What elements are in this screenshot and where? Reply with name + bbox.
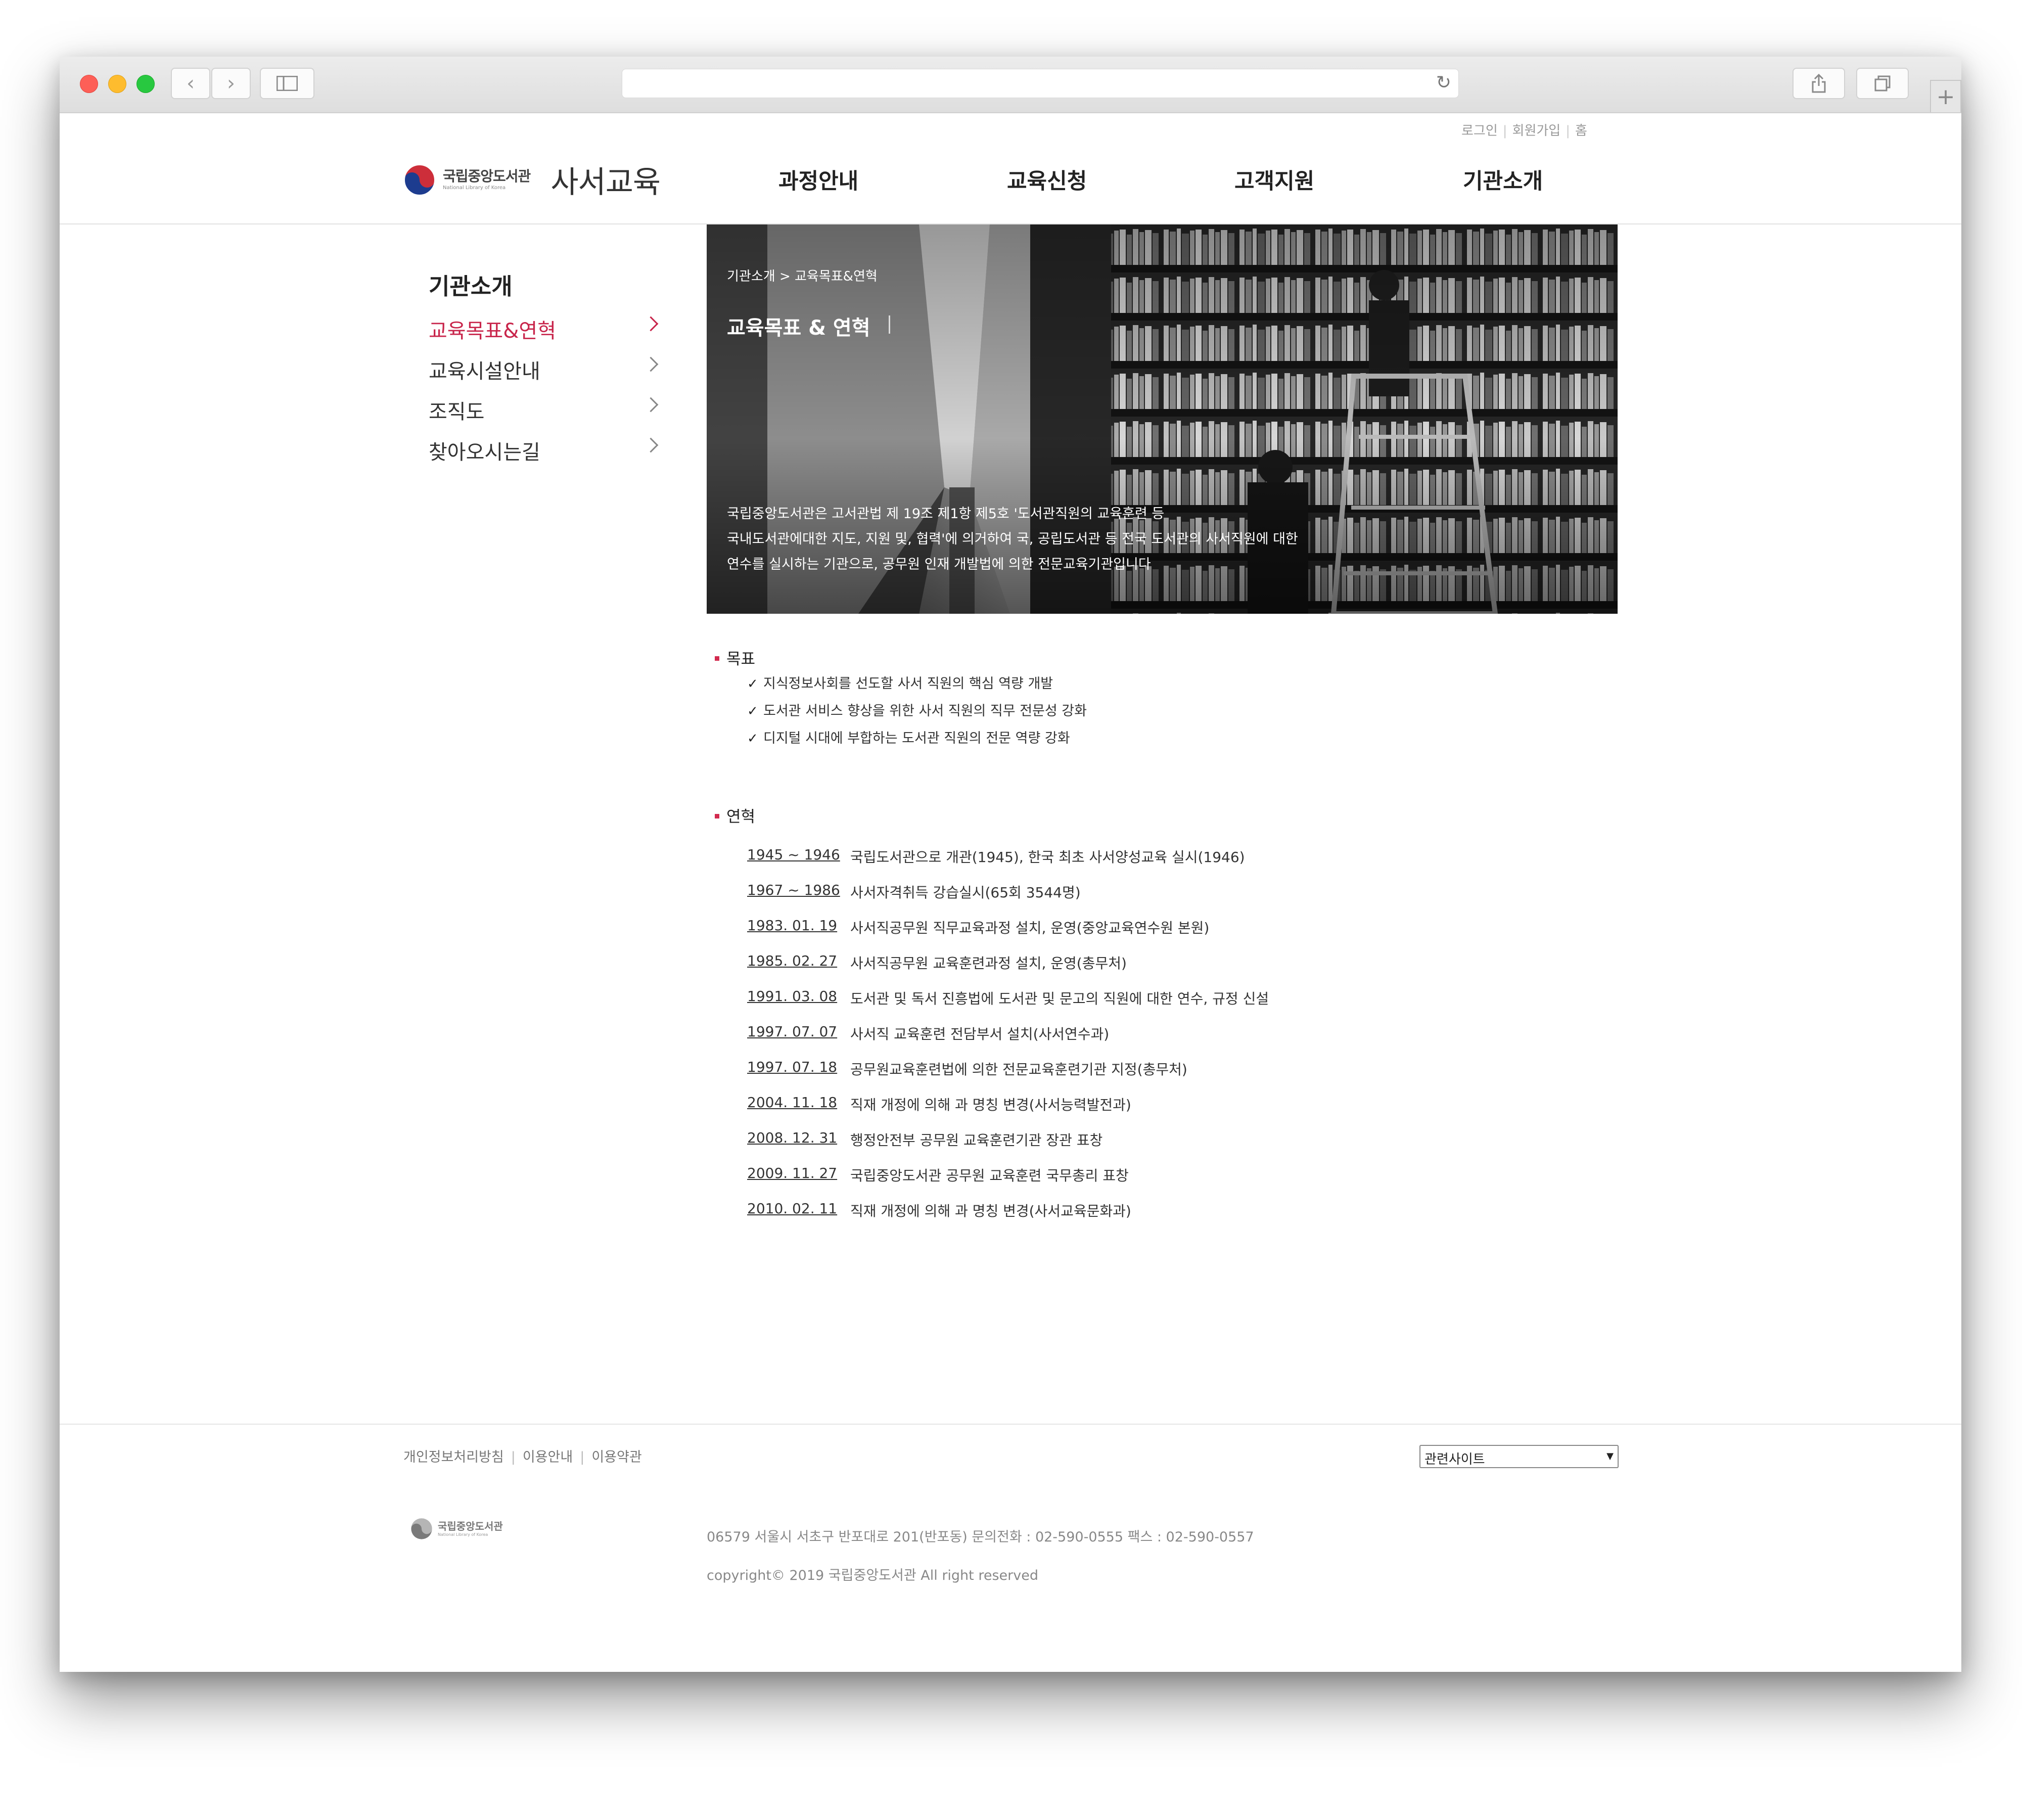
dropdown-arrow-icon: ▼ — [1606, 1451, 1614, 1462]
footer-address: 06579 서울시 서초구 반포대로 201(반포동) 문의전화 : 02-59… — [707, 1529, 1254, 1545]
logo-name-kr: 국립중앙도서관 — [443, 167, 531, 185]
sidebar-item-facilities[interactable]: 교육시설안내 — [429, 355, 659, 385]
hero-description-line: 국내도서관에대한 지도, 지원 및, 협력'에 의거하여 국, 공립도서관 등 … — [727, 531, 1298, 547]
sidebar-item-directions[interactable]: 찾아오시는길 — [429, 436, 659, 466]
history-text: 사서직공무원 직무교육과정 설치, 운영(중앙교육연수원 본원) — [850, 920, 1210, 936]
privacy-policy-link[interactable]: 개인정보처리방침 — [403, 1449, 504, 1465]
usage-guide-link[interactable]: 이용안내 — [523, 1449, 573, 1465]
address-bar[interactable]: ↻ — [622, 69, 1459, 98]
logo-name-en: National Library of Korea — [443, 185, 506, 191]
site-logo[interactable]: 국립중앙도서관 National Library of Korea 사서교육 — [403, 158, 661, 202]
reload-icon[interactable]: ↻ — [1436, 72, 1451, 93]
new-tab-button[interactable]: + — [1930, 80, 1961, 112]
hero-description-line: 연수를 실시하는 기관으로, 공무원 인재 개발법에 의한 전문교육기관입니다 — [727, 557, 1151, 572]
maximize-window-button[interactable] — [136, 75, 155, 93]
history-text: 도서관 및 독서 진흥법에 도서관 및 문고의 직원에 대한 연수, 규정 신설 — [850, 990, 1269, 1007]
minimize-window-button[interactable] — [108, 75, 126, 93]
sidebar-item-label: 조직도 — [429, 400, 485, 424]
goal-item: ✓ 지식정보사회를 선도할 사서 직원의 핵심 역량 개발 — [747, 676, 1053, 692]
sidebar-item-organization[interactable]: 조직도 — [429, 395, 659, 426]
share-icon — [1812, 74, 1826, 93]
check-icon: ✓ — [747, 676, 758, 692]
history-date: 1985. 02. 27 — [747, 952, 838, 969]
bullet-icon — [715, 656, 719, 661]
check-icon: ✓ — [747, 731, 758, 746]
sidebar-icon — [277, 76, 298, 91]
taegeuk-logo-icon — [404, 164, 435, 196]
history-text: 직재 개정에 의해 과 명칭 변경(사서능력발전과) — [850, 1097, 1131, 1113]
tabs-icon — [1874, 75, 1891, 92]
check-icon: ✓ — [747, 704, 758, 719]
sidebar-toggle-button[interactable] — [260, 68, 314, 99]
history-date: 1991. 03. 08 — [747, 988, 838, 1005]
nav-support[interactable]: 고객지원 — [1234, 164, 1314, 195]
sidebar-item-label: 교육시설안내 — [429, 360, 540, 383]
utility-links: 로그인 | 회원가입 | 홈 — [1461, 123, 1587, 139]
footer-links: 개인정보처리방침 | 이용안내 | 이용약관 — [403, 1449, 642, 1465]
history-date: 2004. 11. 18 — [747, 1094, 838, 1111]
footer-divider — [60, 1424, 1961, 1425]
chevron-left-icon: ‹ — [187, 72, 195, 95]
chevron-right-icon — [643, 356, 659, 372]
history-text: 사서직공무원 교육훈련과정 설치, 운영(총무처) — [850, 955, 1127, 972]
hero-description: 국립중앙도서관은 고서관법 제 19조 제1항 제5호 '도서관직원의 교육훈련… — [727, 502, 1298, 577]
history-date: 1983. 01. 19 — [747, 917, 838, 934]
history-text: 국립중앙도서관 공무원 교육훈련 국무총리 표창 — [850, 1167, 1129, 1184]
forward-button[interactable]: › — [211, 68, 251, 99]
hero-description-line: 국립중앙도서관은 고서관법 제 19조 제1항 제5호 '도서관직원의 교육훈련… — [727, 506, 1165, 522]
history-text: 직재 개정에 의해 과 명칭 변경(사서교육문화과) — [850, 1203, 1131, 1219]
page-title: 교육목표 & 연혁 — [727, 316, 870, 340]
history-text: 사서자격취득 강습실시(65회 3544명) — [850, 884, 1081, 901]
home-link[interactable]: 홈 — [1575, 123, 1587, 139]
footer-logo: 국립중앙도서관 National Library of Korea — [410, 1518, 503, 1540]
nav-course-info[interactable]: 과정안내 — [778, 164, 858, 195]
terms-link[interactable]: 이용약관 — [591, 1449, 641, 1465]
taegeuk-logo-icon — [411, 1518, 432, 1539]
chevron-right-icon: › — [227, 72, 235, 95]
login-link[interactable]: 로그인 — [1461, 123, 1498, 139]
goal-item: ✓ 디지털 시대에 부합하는 도서관 직원의 전문 역량 강화 — [747, 731, 1070, 746]
browser-toolbar: ‹ › ↻ + — [60, 57, 1961, 113]
title-divider — [889, 315, 890, 334]
bullet-icon — [715, 814, 719, 818]
nav-about[interactable]: 기관소개 — [1463, 164, 1543, 195]
sidebar-item-label: 교육목표&연혁 — [429, 320, 556, 343]
sidebar-item-label: 찾아오시는길 — [429, 441, 540, 464]
tabs-overview-button[interactable] — [1856, 68, 1909, 99]
goals-heading: 목표 — [715, 646, 755, 669]
sidebar-item-goals-history[interactable]: 교육목표&연혁 — [429, 314, 659, 345]
breadcrumb: 기관소개 > 교육목표&연혁 — [727, 269, 878, 284]
plus-icon: + — [1936, 83, 1955, 110]
history-date: 2010. 02. 11 — [747, 1200, 838, 1217]
close-window-button[interactable] — [80, 75, 98, 93]
history-date: 1997. 07. 18 — [747, 1059, 838, 1075]
sidebar-title: 기관소개 — [429, 273, 513, 300]
footer-logo-name-kr: 국립중앙도서관 — [438, 1520, 503, 1532]
history-heading: 연혁 — [715, 804, 755, 827]
share-button[interactable] — [1793, 68, 1845, 99]
history-text: 사서직 교육훈련 전담부서 설치(사서연수과) — [850, 1026, 1110, 1042]
history-text: 국립도서관으로 개관(1945), 한국 최초 사서양성교육 실시(1946) — [850, 849, 1245, 866]
chevron-right-icon — [643, 397, 659, 413]
related-sites-select[interactable]: 관련사이트 ▼ — [1419, 1445, 1619, 1468]
history-date: 1997. 07. 07 — [747, 1023, 838, 1040]
goal-item: ✓ 도서관 서비스 향상을 위한 사서 직원의 직무 전문성 강화 — [747, 703, 1087, 719]
site-title: 사서교육 — [550, 165, 661, 200]
history-text: 공무원교육훈련법에 의한 전문교육훈련기관 지정(총무처) — [850, 1061, 1187, 1078]
footer-copyright: copyright© 2019 국립중앙도서관 All right reserv… — [707, 1568, 1038, 1583]
history-date: 1945 ~ 1946 — [747, 846, 840, 863]
history-date: 2008. 12. 31 — [747, 1129, 838, 1146]
footer-logo-name-en: National Library of Korea — [438, 1532, 488, 1537]
history-text: 행정안전부 공무원 교육훈련기관 장관 표창 — [850, 1132, 1103, 1149]
chevron-right-icon — [643, 316, 659, 332]
hero-banner: 기관소개 > 교육목표&연혁 교육목표 & 연혁 국립중앙도서관은 고서관법 제… — [707, 224, 1618, 614]
history-date: 1967 ~ 1986 — [747, 882, 840, 898]
nav-apply[interactable]: 교육신청 — [1007, 164, 1087, 195]
signup-link[interactable]: 회원가입 — [1512, 123, 1561, 139]
browser-window: ‹ › ↻ + 로그인 | 회원가입 | 홈 국립중앙도서관 National Libr… — [60, 57, 1961, 1672]
history-date: 2009. 11. 27 — [747, 1165, 838, 1181]
chevron-right-icon — [643, 437, 659, 453]
back-button[interactable]: ‹ — [171, 68, 210, 99]
